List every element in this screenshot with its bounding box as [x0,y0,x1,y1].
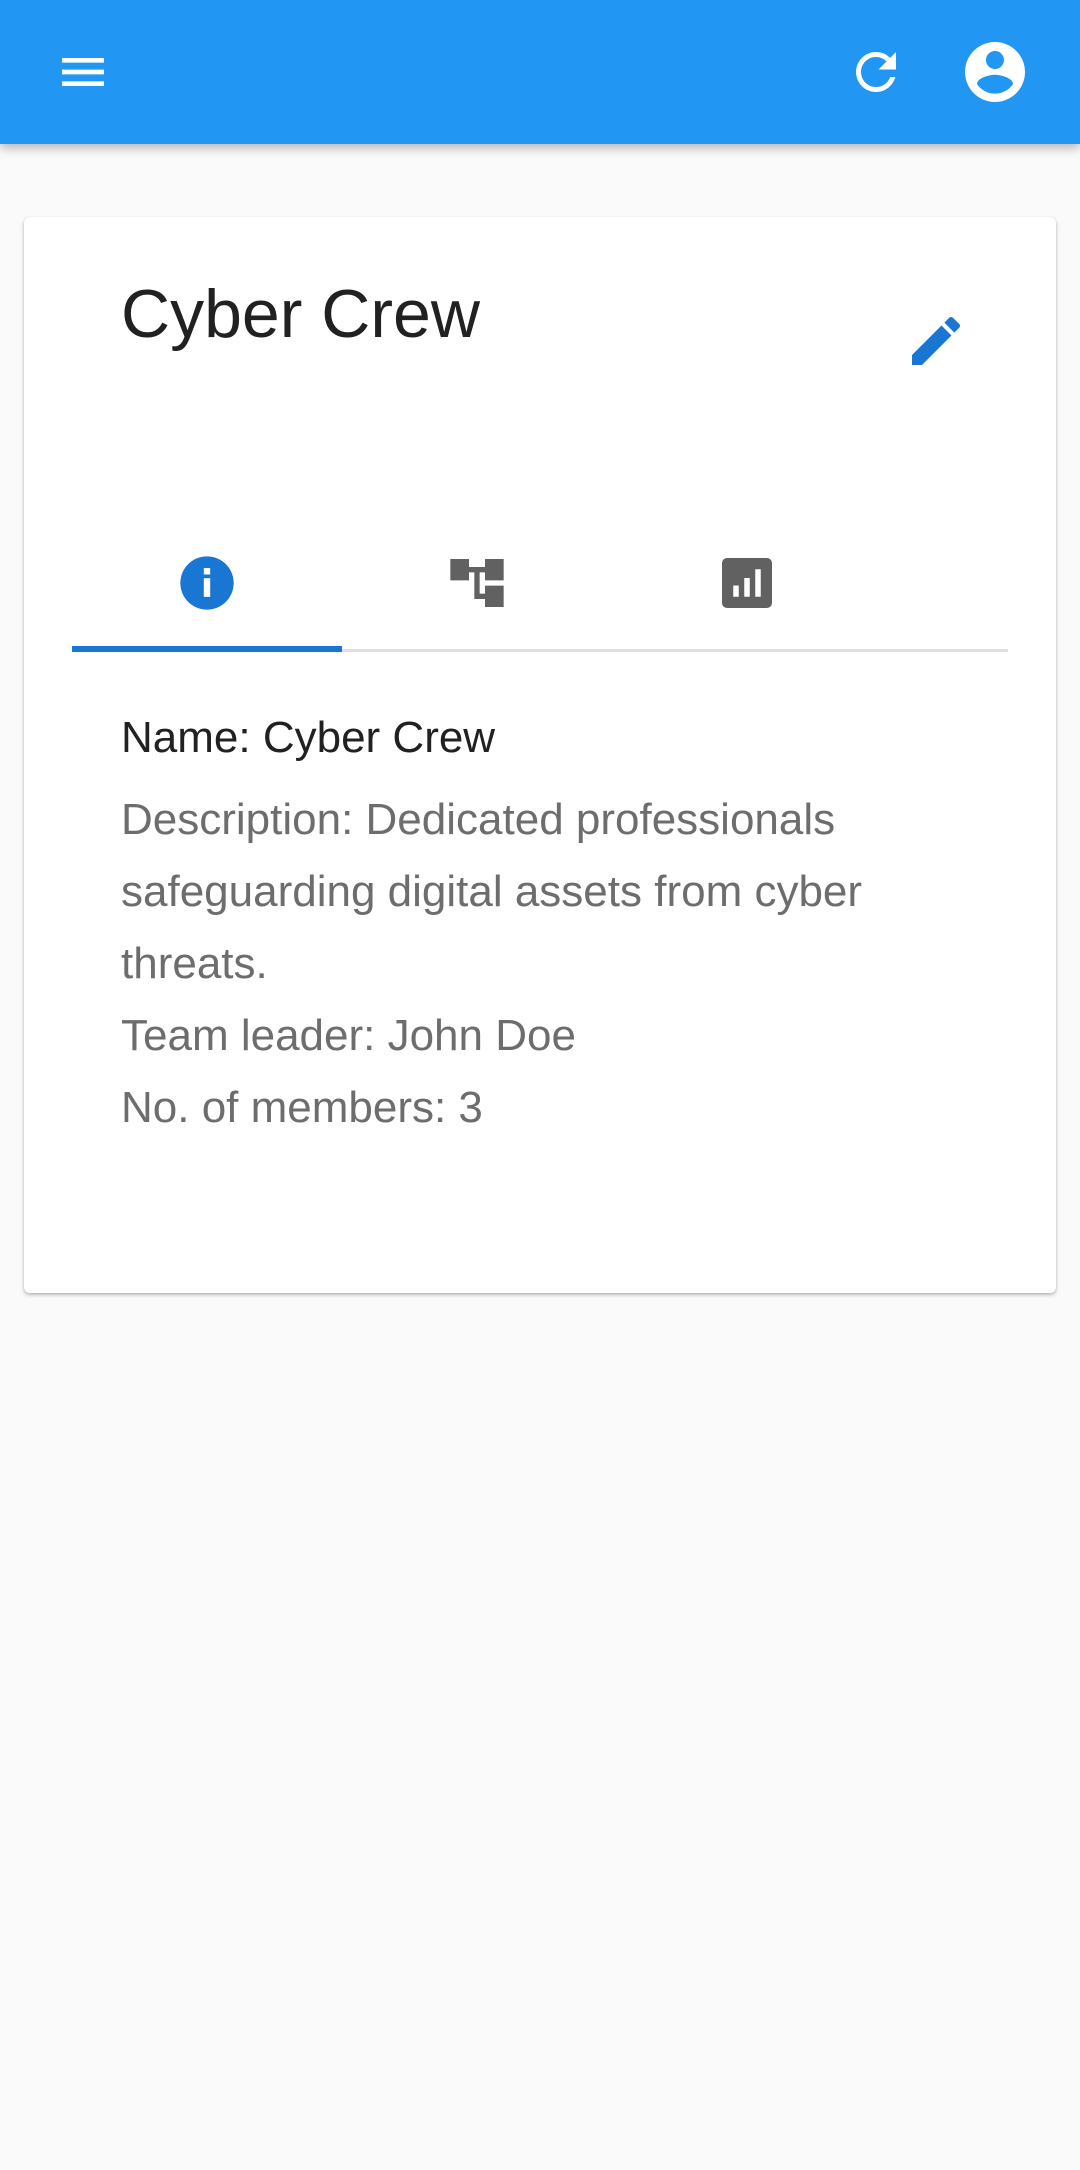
pencil-icon [912,316,961,365]
member-count: No. of members: 3 [121,1083,483,1132]
app-bar [0,0,1080,144]
team-details: Name: Cyber Crew Description: Dedicated … [121,702,1001,1144]
team-description: Description: Dedicated professionals saf… [121,795,863,988]
account-circle-icon [965,42,1025,102]
hierarchy-icon [450,559,504,607]
team-name: Name: Cyber Crew [121,713,496,762]
info-icon [180,556,234,610]
tab-bar [72,517,1008,652]
tab-indicator [72,646,342,652]
team-leader: Team leader: John Doe [121,1011,576,1060]
edit-button[interactable] [888,293,984,389]
tab-statistics[interactable] [612,517,882,649]
team-title: Cyber Crew [121,276,480,352]
tab-hierarchy[interactable] [342,517,612,649]
menu-icon [62,58,104,86]
team-card: Cyber Crew Name: Cyber Crew Description:… [24,217,1056,1293]
account-button[interactable] [947,24,1043,120]
bar-chart-icon [722,558,772,608]
tab-info[interactable] [72,517,342,652]
refresh-icon [856,52,896,92]
refresh-button[interactable] [828,24,924,120]
menu-button[interactable] [35,24,131,120]
